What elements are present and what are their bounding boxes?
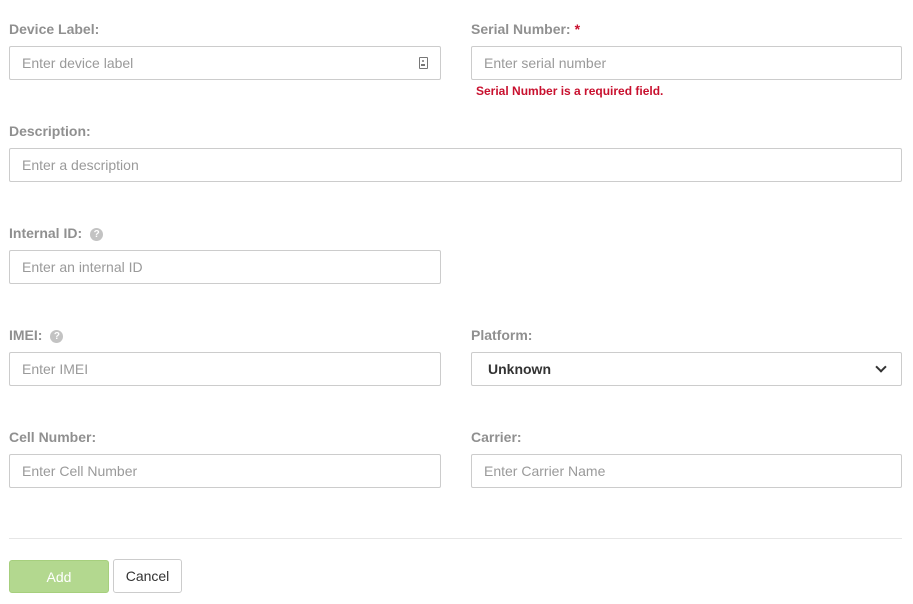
- description-input[interactable]: [9, 148, 902, 182]
- serial-number-label: Serial Number:*: [471, 21, 580, 37]
- serial-number-error: Serial Number is a required field.: [476, 84, 663, 98]
- internal-id-label-text: Internal ID:: [9, 225, 82, 241]
- serial-number-input[interactable]: [471, 46, 902, 80]
- device-label-input[interactable]: [9, 46, 441, 80]
- help-icon[interactable]: ?: [50, 330, 63, 343]
- imei-label: IMEI:?: [9, 327, 63, 343]
- internal-id-input[interactable]: [9, 250, 441, 284]
- serial-number-label-text: Serial Number:: [471, 21, 571, 37]
- device-label-label-text: Device Label:: [9, 21, 99, 37]
- platform-label-text: Platform:: [471, 327, 532, 343]
- device-label-label: Device Label:: [9, 21, 99, 37]
- description-label: Description:: [9, 123, 91, 139]
- add-device-form: Device Label: Serial Number:* Serial Num…: [0, 0, 913, 604]
- cell-number-label: Cell Number:: [9, 429, 96, 445]
- form-divider: [9, 538, 902, 539]
- cell-number-input[interactable]: [9, 454, 441, 488]
- required-marker: *: [575, 21, 580, 37]
- add-button[interactable]: Add: [9, 560, 109, 593]
- contact-card-icon: [419, 57, 428, 69]
- imei-input[interactable]: [9, 352, 441, 386]
- internal-id-label: Internal ID:?: [9, 225, 103, 241]
- platform-label: Platform:: [471, 327, 532, 343]
- cell-number-label-text: Cell Number:: [9, 429, 96, 445]
- platform-selected-value: Unknown: [488, 361, 551, 377]
- carrier-label: Carrier:: [471, 429, 522, 445]
- cancel-button[interactable]: Cancel: [113, 559, 182, 593]
- chevron-down-icon: [875, 361, 886, 372]
- carrier-label-text: Carrier:: [471, 429, 522, 445]
- help-icon[interactable]: ?: [90, 228, 103, 241]
- description-label-text: Description:: [9, 123, 91, 139]
- carrier-input[interactable]: [471, 454, 902, 488]
- imei-label-text: IMEI:: [9, 327, 42, 343]
- platform-select[interactable]: Unknown: [471, 352, 902, 386]
